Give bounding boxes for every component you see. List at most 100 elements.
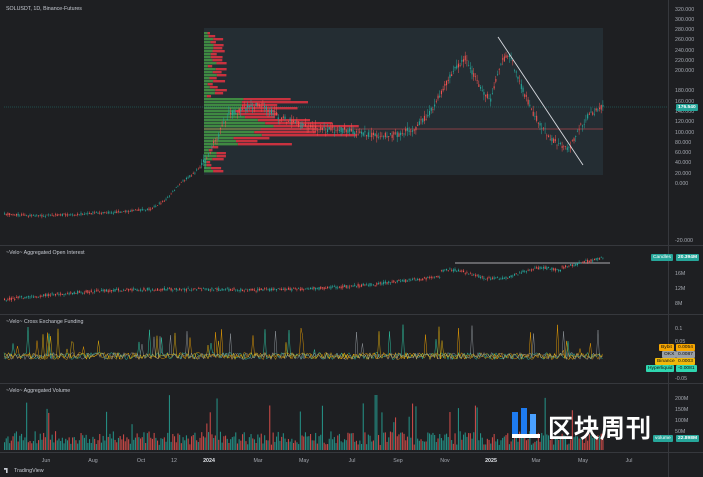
candle-body	[335, 130, 337, 131]
open-interest-title[interactable]: ~Velo~ Aggregated Open Interest	[6, 250, 85, 256]
volume-bar	[423, 441, 425, 450]
volume-profile-bar-up	[204, 119, 258, 122]
price-tick: 300.000	[675, 17, 695, 23]
symbol-title[interactable]: SOLUSDT, 1D, Binance-Futures	[6, 6, 82, 12]
oi-candle-body	[544, 266, 546, 269]
volume-bar	[157, 440, 159, 450]
oi-candle-body	[83, 292, 85, 294]
oi-candle-body	[131, 289, 133, 291]
oi-candle-body	[316, 288, 318, 289]
candle-body	[196, 169, 198, 171]
volume-tick: 150M	[675, 407, 689, 413]
candle-body	[481, 90, 483, 91]
volume-bar	[85, 434, 87, 450]
volume-bar	[12, 436, 14, 450]
oi-candle-body	[478, 275, 480, 278]
volume-bar	[488, 439, 490, 450]
candle-body	[90, 213, 92, 215]
volume-bar	[191, 436, 193, 450]
tradingview-logo[interactable]: TradingView	[4, 468, 44, 474]
volume-bar	[104, 440, 106, 450]
volume-bar	[277, 431, 279, 450]
volume-bar	[408, 416, 410, 450]
volume-profile-bar-up	[204, 80, 214, 83]
candle-body	[463, 59, 465, 62]
volume-bar	[70, 443, 72, 450]
volume-profile-bar-down	[209, 77, 217, 80]
oi-candle-body	[361, 284, 363, 287]
oi-candle-body	[141, 290, 143, 292]
volume-bar	[425, 441, 427, 450]
candle-body	[539, 123, 541, 126]
candle-body	[36, 215, 38, 217]
candle-body	[240, 109, 242, 112]
candle-body	[235, 113, 237, 114]
bybit-value: 0.0054	[676, 344, 695, 351]
candle-body	[281, 117, 283, 120]
volume-profile-bar-up	[204, 44, 214, 47]
oi-candle-body	[413, 278, 415, 279]
oi-tick: 8M	[675, 301, 683, 307]
candle-body	[587, 114, 589, 119]
volume-bar	[204, 437, 206, 450]
volume-bar	[415, 406, 417, 450]
volume-bar	[155, 437, 157, 450]
volume-bar	[435, 442, 437, 450]
candle-body	[345, 129, 347, 133]
candle-body	[53, 215, 55, 217]
volume-bar	[192, 435, 194, 450]
volume-bar	[36, 443, 38, 450]
candle-body	[209, 152, 211, 153]
candle-body	[151, 208, 153, 209]
oi-candle-body	[393, 280, 395, 283]
oi-candle-body	[219, 289, 221, 291]
volume-bar	[226, 438, 228, 450]
oi-candle-body	[376, 283, 378, 285]
candle-body	[308, 128, 310, 129]
oi-candle-body	[542, 267, 544, 269]
funding-title[interactable]: ~Velo~ Cross Exchange Funding	[6, 319, 83, 325]
oi-candle-body	[587, 259, 589, 263]
candle-body	[72, 214, 74, 216]
volume-bar	[553, 444, 555, 450]
oi-candle-body	[48, 293, 50, 297]
candle-body	[168, 195, 170, 197]
volume-profile-bar-down	[216, 74, 227, 77]
oi-candle-body	[503, 277, 505, 279]
volume-bar	[27, 442, 29, 450]
oi-candle-body	[347, 286, 349, 288]
oi-candle-body	[252, 288, 254, 291]
volume-bar	[308, 436, 310, 450]
volume-profile-bar-down	[241, 101, 309, 104]
oi-candle-body	[565, 265, 567, 268]
oi-candle-body	[430, 276, 432, 278]
candle-body	[344, 127, 346, 130]
oi-candle-body	[56, 292, 58, 294]
candle-body	[107, 211, 109, 214]
volume-profile-bar-down	[207, 83, 213, 86]
candle-body	[505, 55, 507, 58]
oi-candle-body	[112, 289, 114, 291]
volume-bar	[461, 439, 463, 450]
candle-body	[7, 213, 9, 216]
volume-bar	[498, 444, 500, 450]
candle-body	[250, 104, 252, 107]
volume-profile-bar-up	[204, 122, 266, 125]
oi-candle-body	[99, 291, 101, 293]
oi-candle-body	[383, 281, 385, 285]
volume-bar	[221, 442, 223, 450]
candle-body	[289, 118, 291, 121]
volume-profile-bar-down	[213, 47, 223, 50]
volume-bar	[34, 431, 36, 450]
oi-candle-body	[318, 287, 320, 290]
volume-bar	[163, 437, 165, 450]
candle-body	[167, 197, 169, 198]
volume-title[interactable]: ~Velo~ Aggregated Volume	[6, 388, 70, 394]
volume-bar	[208, 432, 210, 450]
candle-body	[44, 215, 46, 217]
candle-body	[216, 139, 218, 141]
oi-candle-body	[449, 268, 451, 270]
oi-candle-body	[588, 260, 590, 262]
candle-body	[245, 108, 247, 111]
oi-candle-body	[36, 296, 38, 298]
